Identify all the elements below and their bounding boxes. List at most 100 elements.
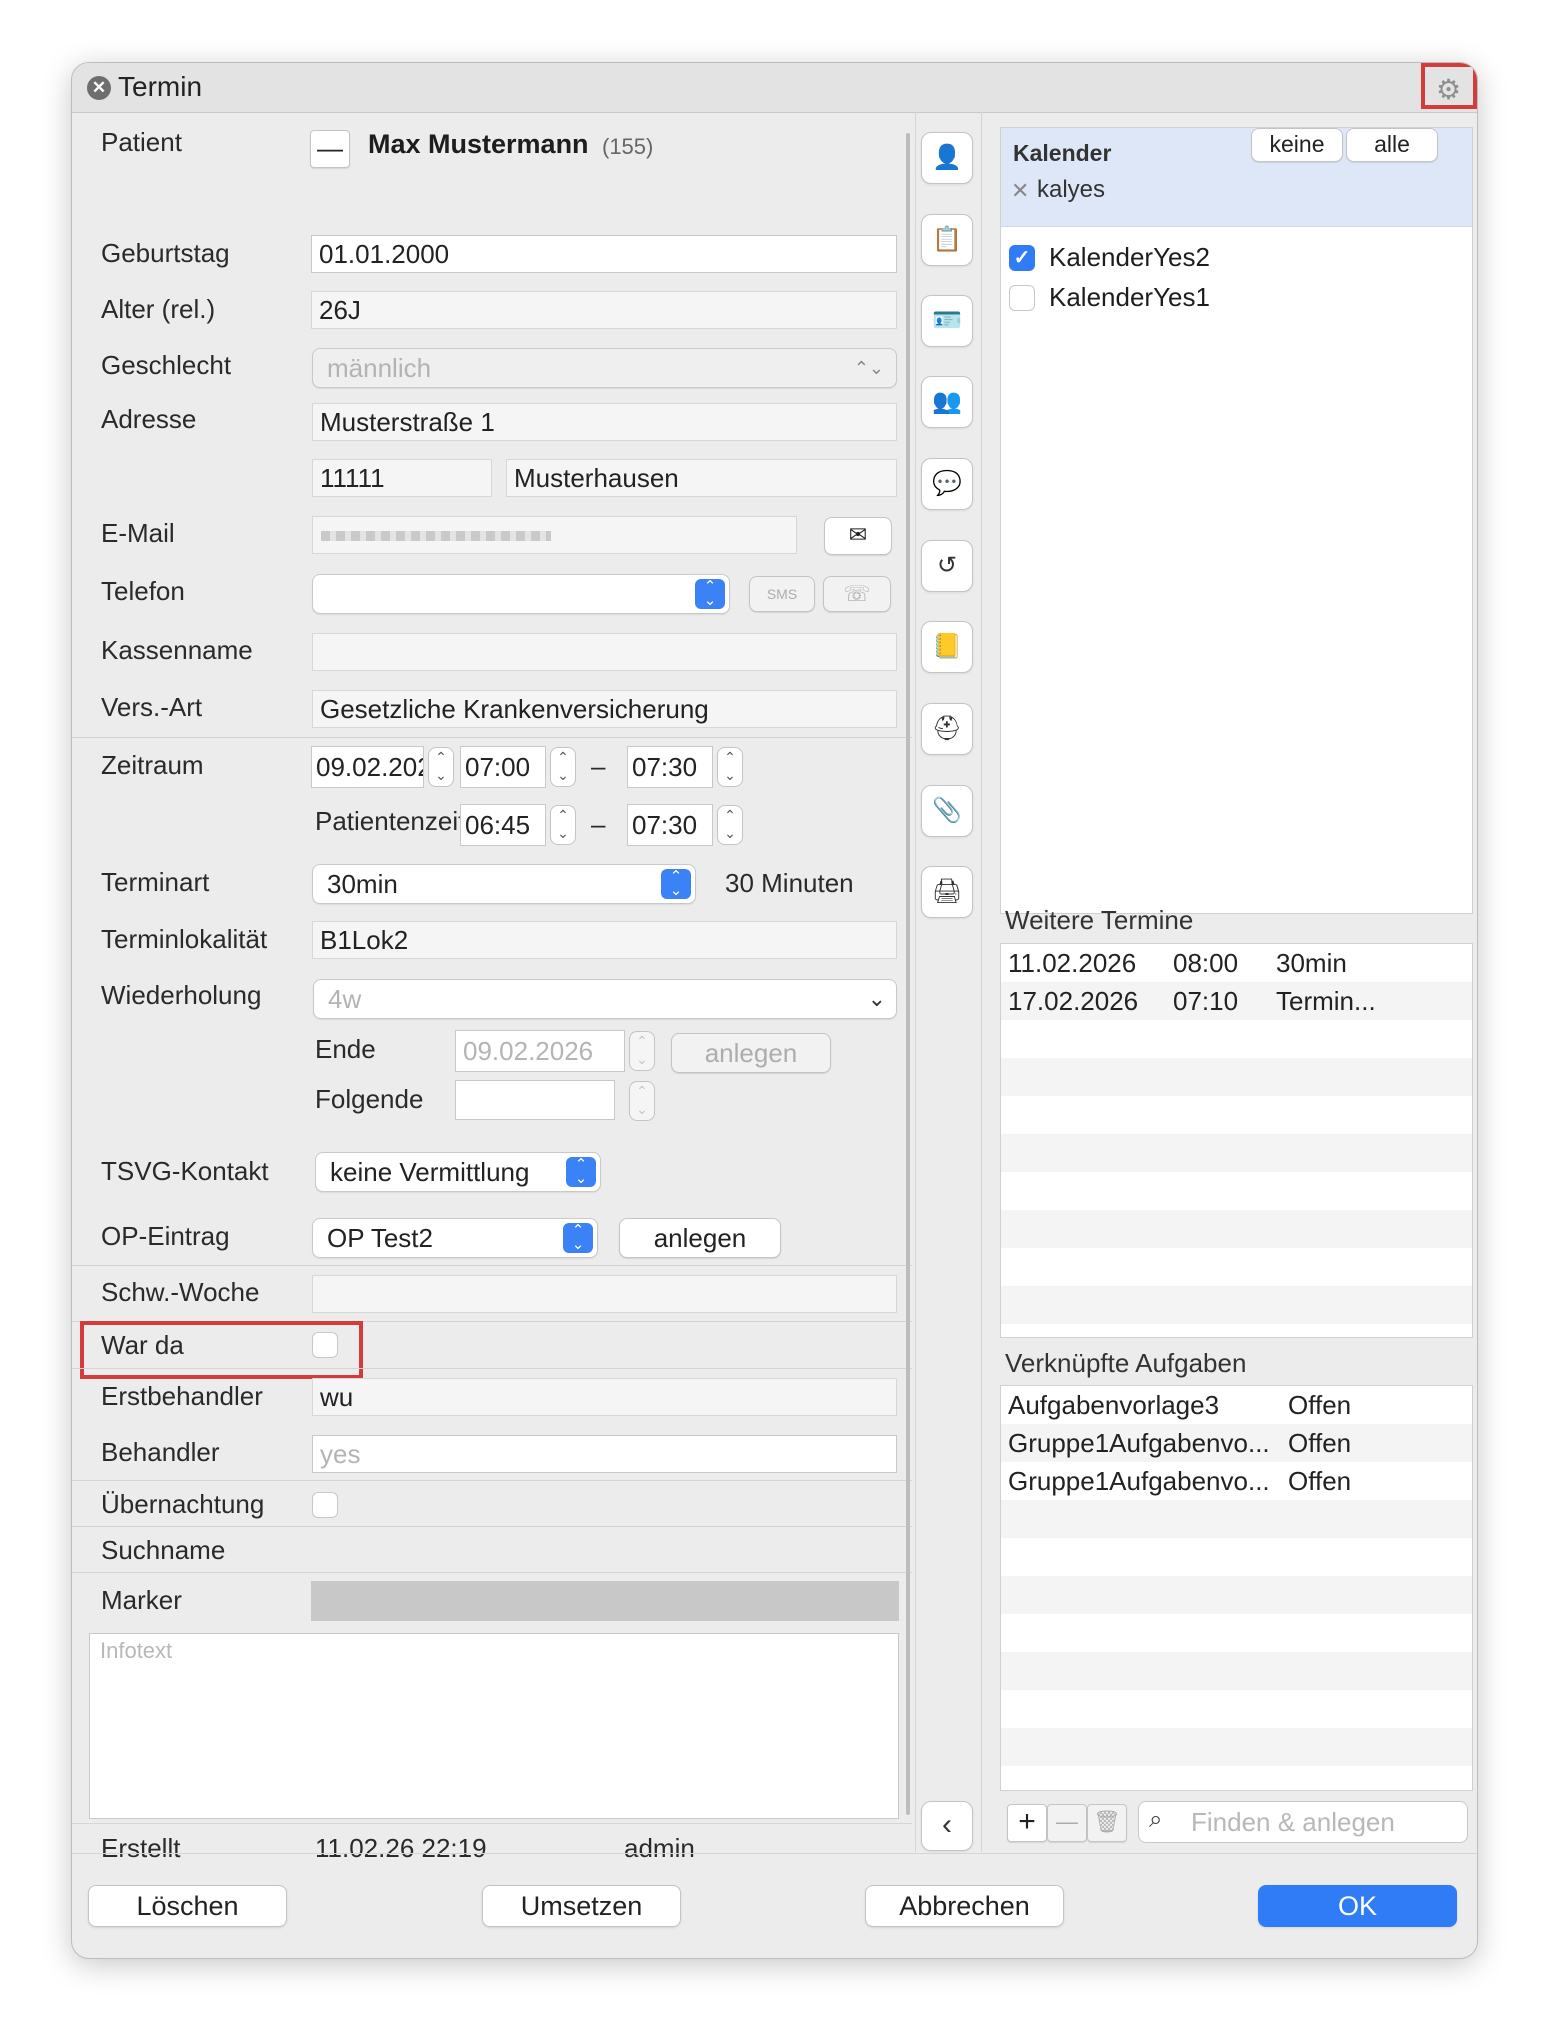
pregnancy-week-field[interactable] xyxy=(312,1275,897,1313)
chevron-left-icon: ‹ xyxy=(942,1808,952,1841)
period-end-field[interactable]: 07:30 xyxy=(627,746,713,788)
tsvg-value: keine Vermittlung xyxy=(330,1157,530,1187)
collapse-sidebar-button[interactable]: ‹ xyxy=(921,1801,973,1851)
patient-name: Max Mustermann xyxy=(368,129,589,159)
print-icon[interactable]: 🖨 xyxy=(921,866,973,918)
attended-checkbox[interactable] xyxy=(312,1332,338,1358)
table-row[interactable]: Gruppe1Aufgabenvo... Offen xyxy=(1001,1462,1472,1500)
tsvg-select[interactable]: keine Vermittlung ⌃ ⌄ xyxy=(315,1152,601,1192)
cancel-button[interactable]: Abbrechen xyxy=(865,1885,1064,1927)
close-icon[interactable]: ✕ xyxy=(87,76,111,100)
table-row[interactable]: Aufgabenvorlage3 Offen xyxy=(1001,1386,1472,1424)
infotext-area[interactable]: Infotext xyxy=(89,1633,899,1819)
repeat-end-stepper[interactable]: ⌃ ⌄ xyxy=(629,1031,655,1071)
tasks-title: Verknüpfte Aufgaben xyxy=(1005,1348,1247,1378)
phone-select[interactable]: ⌃ ⌄ xyxy=(312,574,730,614)
period-date-field[interactable]: 09.02.2026 xyxy=(311,746,424,788)
op-create-button[interactable]: anlegen xyxy=(619,1218,781,1258)
add-task-button[interactable]: + xyxy=(1007,1804,1047,1842)
email-field[interactable] xyxy=(312,516,797,554)
zip-field[interactable]: 11111 xyxy=(312,459,492,497)
table-row[interactable]: 17.02.2026 07:10 Termin... xyxy=(1001,982,1472,1020)
clipboard-link-icon[interactable]: 📎 xyxy=(921,785,973,837)
support-icon[interactable]: ⛑ xyxy=(921,703,973,755)
city-field[interactable]: Musterhausen xyxy=(506,459,897,497)
divider xyxy=(72,1265,912,1266)
divider xyxy=(72,1480,912,1481)
gender-select[interactable]: männlich ⌃⌄ xyxy=(312,348,897,388)
patient-id: (155) xyxy=(602,134,654,159)
type-select[interactable]: 30min ⌃ ⌄ xyxy=(312,864,696,904)
settings-button[interactable]: ⚙ xyxy=(1421,63,1477,109)
call-button[interactable]: ☏ xyxy=(823,576,891,612)
patient-time-end-field[interactable]: 07:30 xyxy=(627,804,713,846)
date-stepper[interactable]: ⌃ ⌄ xyxy=(428,747,454,787)
updown-icon: ⌃⌄ xyxy=(853,358,884,378)
updown-icon: ⌃⌄ xyxy=(563,1223,593,1253)
calendar-none-button[interactable]: keine xyxy=(1251,128,1343,162)
start-stepper[interactable]: ⌃ ⌄ xyxy=(550,747,576,787)
book-icon[interactable]: 📒 xyxy=(921,621,973,673)
calendar-checkbox-1[interactable]: ✓ xyxy=(1009,245,1035,271)
table-row[interactable]: Gruppe1Aufgabenvo... Offen xyxy=(1001,1424,1472,1462)
calendar-checkbox-2[interactable] xyxy=(1009,285,1035,311)
empty-row xyxy=(1001,1652,1472,1690)
task-name: Gruppe1Aufgabenvo... xyxy=(1008,1428,1270,1458)
op-select[interactable]: OP Test2 ⌃ ⌄ xyxy=(312,1218,598,1258)
chevron-down-icon: ⌄ xyxy=(867,986,886,1011)
empty-row xyxy=(1001,1096,1472,1134)
following-stepper[interactable]: ⌃ ⌄ xyxy=(629,1081,655,1121)
following-label: Folgende xyxy=(315,1084,424,1114)
patient-collapse-button[interactable]: — xyxy=(310,130,350,168)
birthday-field[interactable]: 01.01.2000 xyxy=(311,235,897,273)
repeat-label: Wiederholung xyxy=(101,980,262,1010)
search-icon: ⌕ xyxy=(1149,1806,1163,1833)
table-row[interactable]: 11.02.2026 08:00 30min xyxy=(1001,944,1472,982)
ok-button[interactable]: OK xyxy=(1258,1885,1457,1927)
form-scrollbar[interactable] xyxy=(906,133,910,1815)
task-status: Offen xyxy=(1288,1390,1352,1420)
appointment-date: 17.02.2026 xyxy=(1008,986,1139,1016)
chat-icon[interactable]: 💬 xyxy=(921,458,973,510)
sms-button[interactable]: SMS xyxy=(749,576,815,612)
clear-filter-icon[interactable]: ✕ xyxy=(1011,178,1029,204)
patient-start-stepper[interactable]: ⌃ ⌄ xyxy=(550,805,576,845)
delete-button[interactable]: Löschen xyxy=(88,1885,287,1927)
move-button[interactable]: Umsetzen xyxy=(482,1885,681,1927)
person-icon[interactable]: 👤 xyxy=(921,132,973,184)
insurance-name-field[interactable] xyxy=(312,633,897,671)
divider xyxy=(72,1823,912,1824)
op-label: OP-Eintrag xyxy=(101,1221,230,1251)
patient-end-stepper[interactable]: ⌃ ⌄ xyxy=(717,805,743,845)
repeat-select[interactable]: 4w ⌄ xyxy=(313,979,897,1019)
location-field[interactable]: B1Lok2 xyxy=(312,921,897,959)
clipboard-icon[interactable]: 📋 xyxy=(921,214,973,266)
empty-row xyxy=(1001,1538,1472,1576)
add-contact-icon[interactable]: 👥 xyxy=(921,376,973,428)
task-search-input[interactable]: ⌕ Finden & anlegen xyxy=(1138,1801,1468,1843)
repeat-create-button[interactable]: anlegen xyxy=(671,1033,831,1073)
marker-color[interactable] xyxy=(311,1581,899,1621)
repeat-end-field[interactable]: 09.02.2026 xyxy=(455,1030,625,1072)
overnight-checkbox[interactable] xyxy=(312,1492,338,1518)
empty-row xyxy=(1001,1728,1472,1766)
patient-time-start-field[interactable]: 06:45 xyxy=(460,804,546,846)
task-name: Gruppe1Aufgabenvo... xyxy=(1008,1466,1270,1496)
first-practitioner-field[interactable]: wu xyxy=(312,1378,897,1416)
calendar-item-1[interactable]: KalenderYes2 xyxy=(1049,242,1210,273)
practitioner-field[interactable]: yes xyxy=(312,1435,897,1473)
remove-task-button[interactable]: — xyxy=(1047,1804,1087,1842)
email-button[interactable]: ✉ xyxy=(824,517,892,555)
history-icon[interactable]: ↺ xyxy=(921,540,973,592)
calendar-all-button[interactable]: alle xyxy=(1346,128,1438,162)
id-card-icon[interactable]: 🪪 xyxy=(921,295,973,347)
calendar-item-2[interactable]: KalenderYes1 xyxy=(1049,282,1210,313)
empty-row xyxy=(1001,1210,1472,1248)
following-field[interactable] xyxy=(455,1080,615,1120)
divider xyxy=(915,112,916,1852)
trash-icon[interactable]: 🗑 xyxy=(1087,1804,1127,1842)
street-field[interactable]: Musterstraße 1 xyxy=(312,403,897,441)
insurance-type-field[interactable]: Gesetzliche Krankenversicherung xyxy=(312,690,897,728)
period-start-field[interactable]: 07:00 xyxy=(460,746,546,788)
end-stepper[interactable]: ⌃ ⌄ xyxy=(717,747,743,787)
